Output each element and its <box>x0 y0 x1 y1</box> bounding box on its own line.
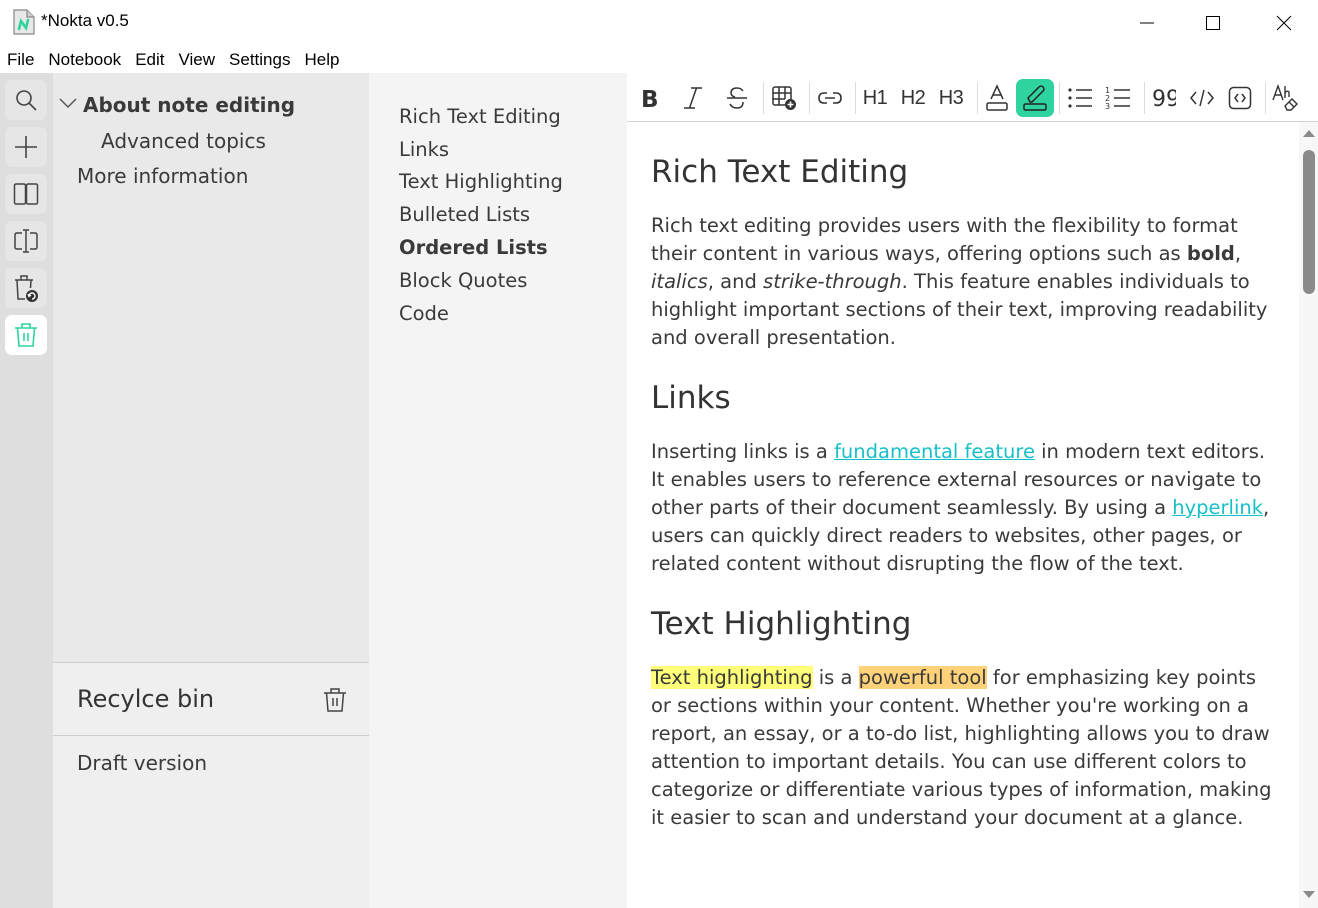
tree-item-more-information[interactable]: More information <box>77 164 248 188</box>
strikethrough-icon <box>727 87 747 109</box>
scroll-up-arrow-icon[interactable] <box>1302 128 1316 138</box>
text-cursor-split-icon <box>14 229 38 253</box>
heading-links: Links <box>651 380 731 416</box>
scrollbar-thumb[interactable] <box>1303 150 1315 294</box>
close-icon <box>1276 15 1292 30</box>
add-button[interactable] <box>5 127 47 167</box>
highlight-orange: powerful tool <box>858 666 987 689</box>
vertical-scrollbar[interactable] <box>1299 122 1318 908</box>
trash-icon <box>15 323 37 347</box>
outline-item-code[interactable]: Code <box>399 302 449 325</box>
divider <box>53 735 369 736</box>
maximize-icon <box>1206 15 1220 30</box>
ordered-list-button[interactable]: 123 <box>1099 79 1137 117</box>
search-icon <box>16 90 37 111</box>
minimize-button[interactable] <box>1124 0 1170 45</box>
svg-text:99: 99 <box>1152 87 1176 109</box>
outline-item-text-highlighting[interactable]: Text Highlighting <box>399 170 563 193</box>
title-bar: *Nokta v0.5 <box>0 0 1318 45</box>
trash-icon[interactable] <box>323 687 347 713</box>
outline-item-ordered-lists[interactable]: Ordered Lists <box>399 236 548 259</box>
link-icon <box>818 92 842 104</box>
heading-1-button[interactable]: H1 <box>856 79 894 117</box>
text-color-icon <box>986 84 1008 111</box>
app-icon <box>13 9 35 35</box>
strikethrough-button[interactable] <box>718 79 756 117</box>
inline-code-button[interactable] <box>1183 79 1221 117</box>
paragraph-rich-text: Rich text editing provides users with th… <box>651 214 1268 349</box>
tree-item-advanced-topics[interactable]: Advanced topics <box>101 129 266 153</box>
toolbar-separator <box>1059 82 1060 114</box>
window-title: *Nokta v0.5 <box>41 11 129 30</box>
outline-item-links[interactable]: Links <box>399 138 449 161</box>
heading-2-button[interactable]: H2 <box>894 79 932 117</box>
menu-settings[interactable]: Settings <box>229 45 290 73</box>
highlight-button[interactable] <box>1016 79 1054 117</box>
outline-item-rich-text-editing[interactable]: Rich Text Editing <box>399 105 561 128</box>
ordered-list-icon: 123 <box>1105 86 1130 111</box>
clear-format-button[interactable] <box>1266 79 1304 117</box>
bulleted-list-button[interactable] <box>1061 79 1099 117</box>
split-view-button[interactable] <box>5 221 47 261</box>
scroll-down-arrow-icon[interactable] <box>1302 890 1316 900</box>
code-block-button[interactable] <box>1221 79 1259 117</box>
menu-file[interactable]: File <box>7 45 34 73</box>
bulleted-list-icon <box>1068 88 1092 108</box>
icon-rail <box>0 73 53 908</box>
outline-item-block-quotes[interactable]: Block Quotes <box>399 269 527 292</box>
menu-bar: File Notebook Edit View Settings Help <box>0 45 1318 73</box>
toolbar-separator <box>809 82 810 114</box>
bold-button[interactable]: B <box>630 79 668 117</box>
chevron-down-icon[interactable] <box>59 97 77 109</box>
table-add-icon <box>772 86 796 110</box>
menu-edit[interactable]: Edit <box>135 45 164 73</box>
clear-format-icon <box>1272 84 1298 111</box>
heading-text-highlighting: Text Highlighting <box>651 606 912 642</box>
minimize-icon <box>1140 22 1154 23</box>
paragraph-links: Inserting links is a fundamental feature… <box>651 440 1270 575</box>
paragraph-text-highlighting: Text highlighting is a powerful tool for… <box>651 666 1272 829</box>
link-button[interactable] <box>811 79 849 117</box>
recycle-bin-button[interactable] <box>5 315 47 355</box>
block-quote-button[interactable]: 99 <box>1145 79 1183 117</box>
editor-toolbar: B H1 H2 H3 123 99 <box>627 73 1318 122</box>
outline-panel: Rich Text Editing Links Text Highlightin… <box>369 73 627 908</box>
heading-rich-text-editing: Rich Text Editing <box>651 154 909 190</box>
italic-icon <box>684 87 702 109</box>
recycle-bin-panel: Recylce bin Draft version <box>53 662 369 908</box>
bin-item-draft-version[interactable]: Draft version <box>77 751 207 775</box>
maximize-button[interactable] <box>1190 0 1236 45</box>
toolbar-separator <box>763 82 764 114</box>
close-button[interactable] <box>1261 0 1307 45</box>
menu-notebook[interactable]: Notebook <box>48 45 121 73</box>
heading-3-button[interactable]: H3 <box>932 79 970 117</box>
editor-document[interactable]: Rich Text Editing Rich text editing prov… <box>627 122 1299 908</box>
svg-text:3: 3 <box>1105 102 1110 111</box>
link-fundamental-feature[interactable]: fundamental feature <box>834 440 1035 463</box>
code-block-icon <box>1228 86 1252 110</box>
highlight-yellow: Text highlighting <box>651 666 813 689</box>
outline-item-bulleted-lists[interactable]: Bulleted Lists <box>399 203 530 226</box>
code-icon <box>1190 89 1214 107</box>
menu-help[interactable]: Help <box>304 45 339 73</box>
insert-table-button[interactable] <box>765 79 803 117</box>
text-color-button[interactable] <box>978 79 1016 117</box>
bold-icon: B <box>641 87 659 110</box>
svg-text:B: B <box>641 87 659 110</box>
book-icon <box>13 183 39 205</box>
search-button[interactable] <box>5 80 47 120</box>
highlighter-icon <box>1023 85 1047 111</box>
quote-icon: 99 <box>1152 87 1176 109</box>
link-hyperlink[interactable]: hyperlink <box>1172 496 1263 519</box>
menu-view[interactable]: View <box>178 45 215 73</box>
trash-restore-icon <box>15 275 38 302</box>
italic-button[interactable] <box>674 79 712 117</box>
plus-icon <box>15 136 37 158</box>
tree-item-about-note-editing[interactable]: About note editing <box>83 93 295 117</box>
notebook-tree: About note editing Advanced topics More … <box>53 73 369 663</box>
restore-bin-button[interactable] <box>5 268 47 308</box>
book-button[interactable] <box>5 174 47 214</box>
recycle-bin-title: Recylce bin <box>77 685 215 713</box>
